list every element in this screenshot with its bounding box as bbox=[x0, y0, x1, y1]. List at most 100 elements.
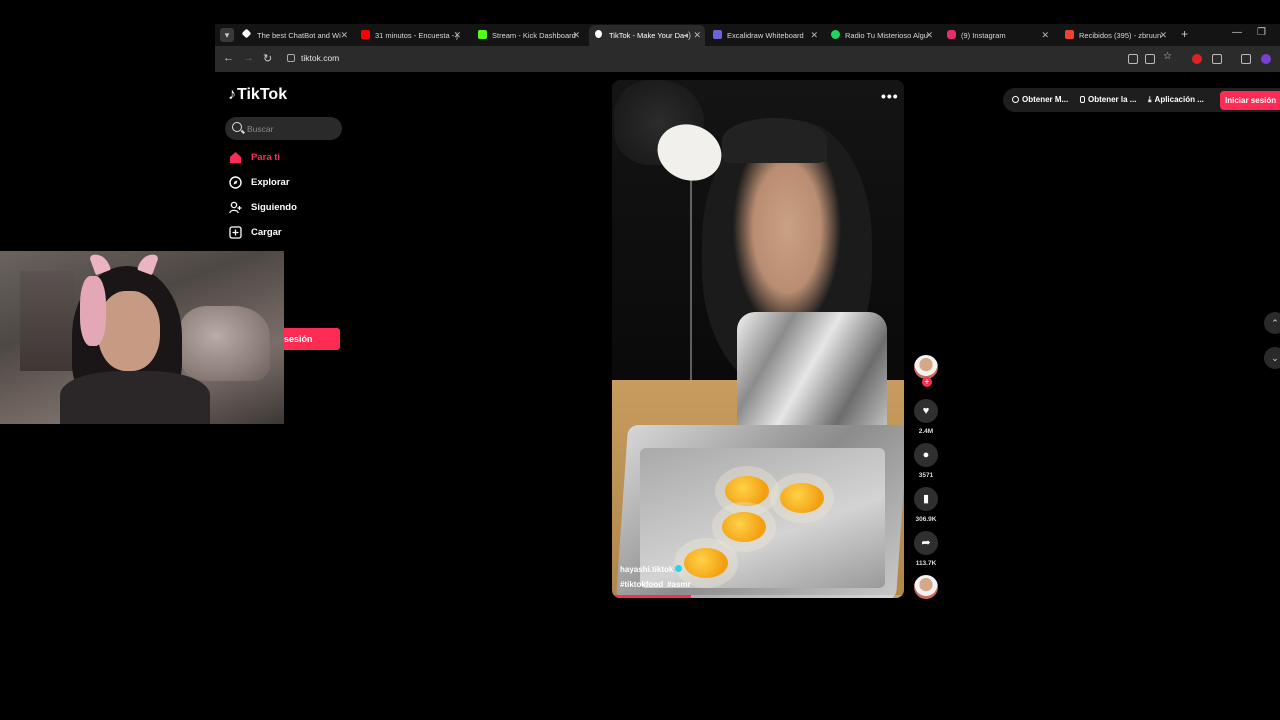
tiktok-favicon-icon bbox=[595, 30, 602, 38]
extensions-puzzle-icon[interactable] bbox=[1212, 54, 1222, 64]
compass-icon bbox=[229, 176, 242, 189]
sidebar-login-button[interactable]: sesión bbox=[280, 328, 340, 350]
close-icon[interactable]: ✕ bbox=[1159, 25, 1167, 46]
media-control-icon[interactable] bbox=[1241, 54, 1251, 64]
save-count: 306.9K bbox=[915, 516, 937, 523]
chevron-up-icon[interactable]: ⌃ bbox=[1264, 312, 1280, 334]
username-text: hayashi.tiktok bbox=[620, 565, 674, 574]
video-player[interactable]: hayashi.tiktok #tiktokfood #asmr bbox=[612, 80, 904, 598]
webcam-clothes-pile bbox=[180, 306, 270, 381]
tab-excalidraw[interactable]: Excalidraw Whiteboard ✕ bbox=[707, 25, 822, 46]
install-app-icon[interactable] bbox=[1128, 54, 1138, 64]
browser-window: ▾ The best ChatBot and Wi ✕ 31 minutos -… bbox=[215, 24, 1280, 72]
share-button[interactable]: ➦ bbox=[914, 531, 938, 555]
forward-arrow-icon[interactable]: → bbox=[243, 52, 254, 64]
nav-label: Cargar bbox=[251, 227, 282, 238]
reload-icon[interactable]: ↻ bbox=[263, 52, 272, 65]
video-chef-cap bbox=[722, 118, 827, 163]
search-icon[interactable] bbox=[232, 122, 242, 132]
verified-badge-icon bbox=[675, 565, 683, 572]
webcam-headphone bbox=[80, 276, 106, 346]
instagram-favicon-icon bbox=[947, 30, 956, 39]
spotify-favicon-icon bbox=[831, 30, 840, 39]
tab-spotify[interactable]: Radio Tu Misterioso Algu ✕ bbox=[825, 25, 937, 46]
save-button[interactable]: ▮ bbox=[914, 487, 938, 511]
webcam-person-face bbox=[98, 291, 160, 371]
tab-youtube[interactable]: 31 minutos - Encuesta - j ✕ bbox=[355, 25, 465, 46]
youtube-favicon-icon bbox=[361, 30, 370, 39]
tiktok-logo[interactable]: ♪TikTok bbox=[228, 86, 287, 104]
maximize-icon[interactable]: ❐ bbox=[1257, 27, 1266, 38]
more-options-button[interactable]: ••• bbox=[881, 88, 899, 104]
close-icon[interactable]: ✕ bbox=[693, 25, 701, 46]
desktop-app-button[interactable]: ⤓ Aplicación ... bbox=[1148, 95, 1204, 105]
tab-search-chevron-icon[interactable]: ▾ bbox=[220, 28, 234, 42]
address-bar[interactable]: tiktok.com bbox=[301, 53, 339, 63]
tab-strip: ▾ The best ChatBot and Wi ✕ 31 minutos -… bbox=[215, 24, 1280, 46]
gmail-favicon-icon bbox=[1065, 30, 1074, 39]
search-input[interactable] bbox=[247, 122, 335, 135]
nav-label: Siguiendo bbox=[251, 202, 297, 213]
tab-title: Excalidraw Whiteboard bbox=[727, 31, 804, 40]
egg-yolk bbox=[684, 548, 728, 578]
kick-favicon-icon bbox=[478, 30, 487, 39]
download-icon: ⤓ bbox=[1148, 95, 1152, 104]
tab-instagram[interactable]: (9) Instagram ✕ bbox=[941, 25, 1053, 46]
speaker-icon[interactable]: ◂) bbox=[683, 25, 691, 46]
close-icon[interactable]: ✕ bbox=[340, 25, 348, 46]
get-app-button[interactable]: Obtener la ... bbox=[1080, 95, 1136, 104]
browser-toolbar: ← → ↻ tiktok.com ☆ bbox=[215, 46, 1280, 72]
minimize-icon[interactable]: — bbox=[1232, 27, 1242, 38]
new-tab-button[interactable]: + bbox=[1181, 27, 1188, 41]
profile-avatar[interactable] bbox=[1261, 54, 1271, 64]
extension-record-icon[interactable] bbox=[1192, 54, 1202, 64]
video-progress-fill bbox=[612, 595, 691, 598]
egg-yolk bbox=[780, 483, 824, 513]
tab-title: (9) Instagram bbox=[961, 31, 1006, 40]
get-coins-label: Obtener M... bbox=[1022, 95, 1069, 104]
webcam-person-body bbox=[60, 371, 210, 424]
get-app-label: Obtener la ... bbox=[1088, 95, 1137, 104]
hashtag-link[interactable]: #tiktokfood bbox=[620, 580, 663, 589]
close-icon[interactable]: ✕ bbox=[925, 25, 933, 46]
tab-tiktok[interactable]: TikTok - Make Your Da ◂) ✕ bbox=[589, 25, 705, 46]
tab-title: The best ChatBot and Wi bbox=[257, 31, 341, 40]
tab-title: Stream - Kick Dashboard bbox=[492, 31, 576, 40]
logo-text: TikTok bbox=[237, 86, 288, 103]
close-icon[interactable]: ✕ bbox=[1041, 25, 1049, 46]
egg-yolk bbox=[725, 476, 769, 506]
video-progress-bar[interactable] bbox=[612, 595, 904, 598]
like-count: 2.4M bbox=[918, 428, 934, 435]
get-coins-button[interactable]: Obtener M... bbox=[1012, 95, 1068, 104]
translate-icon[interactable] bbox=[1145, 54, 1155, 64]
close-icon[interactable]: ✕ bbox=[810, 25, 818, 46]
search-box[interactable] bbox=[225, 117, 342, 140]
coin-icon bbox=[1012, 96, 1019, 103]
heart-icon: ♥ bbox=[922, 405, 930, 417]
site-info-icon[interactable] bbox=[287, 54, 295, 62]
share-count: 113.7K bbox=[915, 560, 937, 567]
streamer-webcam-overlay bbox=[0, 251, 284, 424]
hashtag-link[interactable]: #asmr bbox=[667, 580, 691, 589]
phone-icon bbox=[1080, 96, 1085, 103]
comment-button[interactable]: ● bbox=[914, 443, 938, 467]
music-disc-avatar[interactable] bbox=[914, 575, 938, 599]
video-username[interactable]: hayashi.tiktok bbox=[620, 565, 683, 574]
tab-kick[interactable]: Stream - Kick Dashboard ✕ bbox=[472, 25, 584, 46]
nav-label: Explorar bbox=[251, 177, 290, 188]
creator-avatar[interactable] bbox=[914, 355, 938, 379]
header-login-button[interactable]: Iniciar sesión bbox=[1220, 91, 1280, 110]
follow-plus-button[interactable]: + bbox=[922, 377, 932, 387]
webcam-shelf bbox=[20, 271, 75, 371]
bookmark-star-icon[interactable]: ☆ bbox=[1163, 51, 1172, 62]
bookmark-icon: ▮ bbox=[922, 493, 930, 505]
tiktok-note-icon: ♪ bbox=[228, 86, 236, 103]
chevron-down-icon[interactable]: ⌄ bbox=[1264, 347, 1280, 369]
back-arrow-icon[interactable]: ← bbox=[223, 52, 234, 64]
chatbot-favicon-icon bbox=[241, 28, 252, 39]
tab-chatbot[interactable]: The best ChatBot and Wi ✕ bbox=[237, 25, 352, 46]
tab-gmail[interactable]: Recibidos (395) - zbruun ✕ bbox=[1059, 25, 1171, 46]
like-button[interactable]: ♥ bbox=[914, 399, 938, 423]
close-icon[interactable]: ✕ bbox=[572, 25, 580, 46]
close-icon[interactable]: ✕ bbox=[453, 25, 461, 46]
